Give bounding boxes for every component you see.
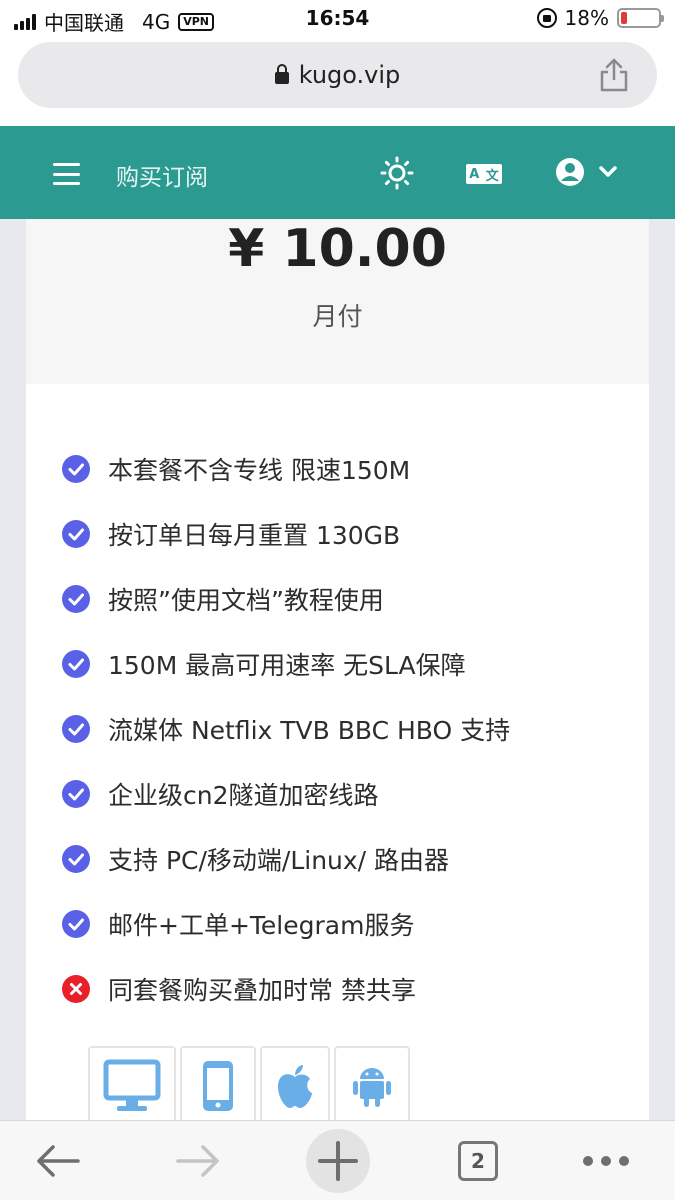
- platform-desktop: [88, 1046, 176, 1126]
- battery-icon: [617, 8, 664, 28]
- plan-card-header: ¥ 10.00 月付: [26, 219, 649, 384]
- lock-icon: [274, 64, 289, 84]
- feature-text: 企业级cn2隧道加密线路: [108, 781, 379, 810]
- feature-item: 150M 最高可用速率 无SLA保障: [62, 644, 622, 684]
- check-circle-icon: [62, 780, 90, 808]
- check-circle-icon: [62, 910, 90, 938]
- page-title: 购买订阅: [116, 165, 208, 191]
- mobile-icon: [203, 1061, 233, 1111]
- language-translate-icon[interactable]: A文: [466, 164, 502, 184]
- cross-circle-icon: [62, 975, 90, 1003]
- feature-text: 按照”使用文档”教程使用: [108, 586, 384, 615]
- menu-icon[interactable]: [53, 163, 80, 185]
- desktop-icon: [103, 1059, 161, 1111]
- check-circle-icon: [62, 520, 90, 548]
- feature-text: 150M 最高可用速率 无SLA保障: [108, 651, 466, 680]
- arrow-right-icon: [176, 1145, 219, 1177]
- user-avatar-icon[interactable]: [555, 157, 585, 187]
- feature-item: 本套餐不含专线 限速150M: [62, 449, 622, 489]
- feature-item: 企业级cn2隧道加密线路: [62, 774, 622, 814]
- feature-item: 支持 PC/移动端/Linux/ 路由器: [62, 839, 622, 879]
- platform-android: [334, 1046, 410, 1126]
- platform-list: [88, 1046, 410, 1129]
- share-icon[interactable]: [597, 57, 631, 93]
- android-icon: [353, 1068, 391, 1107]
- status-bar: 中国联通 4G VPN 16:54 18%: [0, 0, 675, 36]
- feature-item: 按照”使用文档”教程使用: [62, 579, 622, 619]
- new-tab-button[interactable]: [305, 1121, 371, 1200]
- platform-mobile: [180, 1046, 256, 1126]
- feature-text: 本套餐不含专线 限速150M: [108, 456, 411, 485]
- forward-button[interactable]: [166, 1121, 230, 1200]
- check-circle-icon: [62, 585, 90, 613]
- feature-text: 流媒体 Netflix TVB BBC HBO 支持: [108, 716, 511, 745]
- plus-icon: [318, 1141, 358, 1181]
- tabs-button[interactable]: 2: [456, 1121, 500, 1200]
- platform-apple: [260, 1046, 330, 1126]
- browser-toolbar: 2: [0, 1120, 675, 1200]
- feature-item: 按订单日每月重置 130GB: [62, 514, 622, 554]
- plan-period: 月付: [312, 302, 363, 331]
- feature-text: 按订单日每月重置 130GB: [108, 521, 401, 550]
- check-circle-icon: [62, 845, 90, 873]
- more-menu-button[interactable]: [578, 1121, 634, 1200]
- feature-text: 支持 PC/移动端/Linux/ 路由器: [108, 846, 450, 875]
- check-circle-icon: [62, 650, 90, 678]
- rotation-lock-icon: [536, 8, 557, 28]
- plan-card: ¥ 10.00 月付 本套餐不含专线 限速150M 按订单日每月重置 130GB 按…: [26, 219, 649, 1129]
- address-bar[interactable]: kugo.vip: [18, 42, 657, 108]
- theme-toggle-sun-icon[interactable]: [380, 156, 414, 190]
- url-text: kugo.vip: [298, 61, 401, 89]
- feature-item: 流媒体 Netflix TVB BBC HBO 支持: [62, 709, 622, 749]
- tab-count: 2: [458, 1141, 498, 1181]
- app-header: 购买订阅 A文: [0, 126, 675, 219]
- battery-percent: 18%: [564, 6, 609, 30]
- more-dots-icon: [583, 1156, 629, 1166]
- feature-text: 同套餐购买叠加时常 禁共享: [108, 976, 416, 1005]
- feature-text: 邮件+工单+Telegram服务: [108, 911, 415, 940]
- check-circle-icon: [62, 455, 90, 483]
- chevron-down-icon[interactable]: [598, 164, 618, 180]
- check-circle-icon: [62, 715, 90, 743]
- feature-item: 邮件+工单+Telegram服务: [62, 904, 622, 944]
- plan-price: ¥ 10.00: [228, 219, 447, 279]
- apple-icon: [278, 1065, 312, 1108]
- feature-item: 同套餐购买叠加时常 禁共享: [62, 969, 622, 1009]
- arrow-left-icon: [37, 1145, 80, 1177]
- browser-url-area: kugo.vip: [0, 36, 675, 126]
- back-button[interactable]: [26, 1121, 90, 1200]
